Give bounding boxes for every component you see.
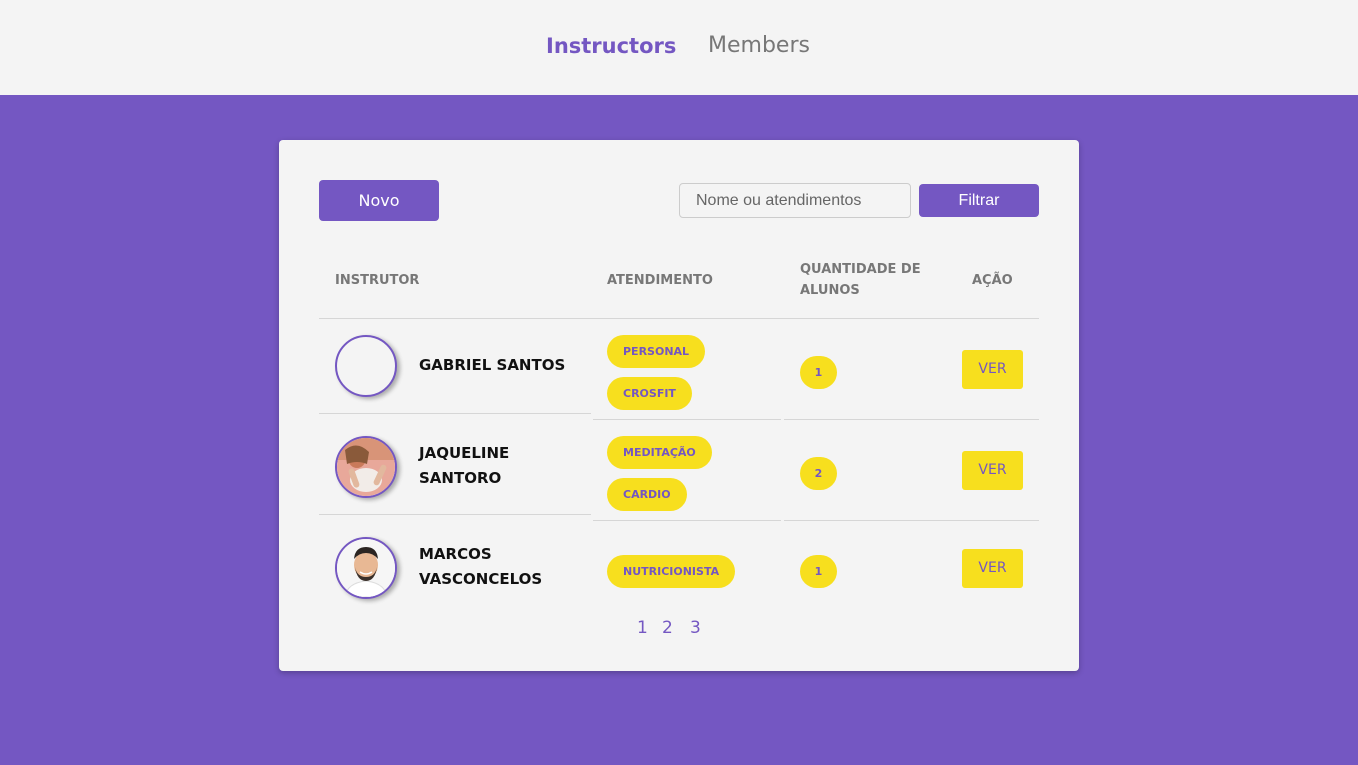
avatar-empty [335,335,397,397]
nav-link-members[interactable]: Members [708,30,810,62]
search-input[interactable] [679,183,911,218]
instructor-name: JAQUELINE SANTORO [419,444,510,487]
row-divider [319,514,591,515]
service-tag: PERSONAL [607,335,706,368]
avatar-woman-photo-icon [337,438,395,496]
row-divider [784,520,1039,521]
view-instructor-button[interactable]: VER [962,451,1023,490]
row-divider [593,520,781,521]
view-instructor-button[interactable]: VER [962,350,1023,389]
row-divider [319,413,591,414]
avatar-photo [335,537,397,599]
top-nav: Instructors Members [0,0,1358,95]
nav-link-instructors[interactable]: Instructors [546,30,676,62]
header-divider [319,318,1039,319]
student-count-badge: 1 [800,555,837,588]
row-divider [784,419,1039,420]
instructor-name: GABRIEL SANTOS [419,356,566,374]
service-tag: CROSFIT [607,377,692,410]
service-tag: CARDIO [607,478,687,511]
avatar-photo [335,436,397,498]
pagination-page-3[interactable]: 3 [690,616,701,640]
pagination-page-2[interactable]: 2 [662,616,673,640]
column-header-services: ATENDIMENTO [607,273,713,288]
student-count-badge: 1 [800,356,837,389]
filter-button[interactable]: Filtrar [919,184,1039,217]
column-header-action: AÇÃO [972,273,1013,288]
column-header-students: QUANTIDADE DE ALUNOS [800,262,921,298]
instructors-card: Novo Filtrar INSTRUTOR ATENDIMENTO QUANT… [279,140,1079,671]
new-instructor-button[interactable]: Novo [319,180,439,221]
row-divider [593,419,781,420]
instructor-name: MARCOS VASCONCELOS [419,545,543,588]
service-tag: MEDITAÇÃO [607,436,712,469]
avatar-man-photo-icon [337,539,395,597]
view-instructor-button[interactable]: VER [962,549,1023,588]
pagination-page-1[interactable]: 1 [637,616,648,640]
service-tag: NUTRICIONISTA [607,555,736,588]
student-count-badge: 2 [800,457,837,490]
column-header-instructor: INSTRUTOR [335,273,420,288]
